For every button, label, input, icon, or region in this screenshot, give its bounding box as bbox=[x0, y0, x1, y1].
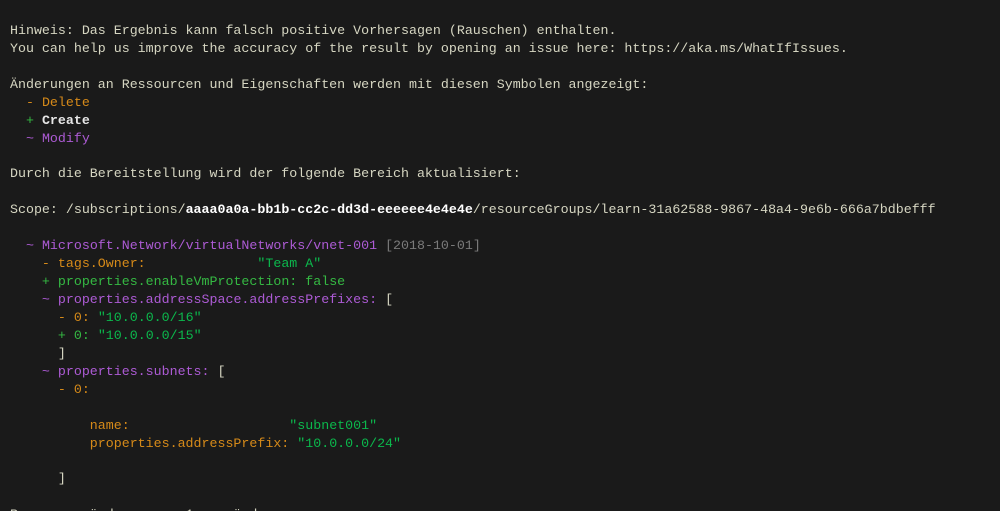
mod-sym-2: ~ bbox=[42, 364, 50, 379]
resource-type: Microsoft.Network/virtualNetworks/vnet-0… bbox=[42, 238, 377, 253]
subnet-prefix-key: properties.addressPrefix: bbox=[90, 436, 290, 451]
enable-vm-val: false bbox=[305, 274, 345, 289]
tags-owner-key: tags.Owner: bbox=[58, 256, 146, 271]
enable-vm-key: properties.enableVmProtection: bbox=[58, 274, 297, 289]
legend-modify-sym: ~ bbox=[26, 131, 34, 146]
legend-create-label: Create bbox=[42, 113, 90, 128]
hint-line-2a: You can help us improve the accuracy of … bbox=[10, 41, 624, 56]
hint-line-2c: . bbox=[840, 41, 848, 56]
addr-close: ] bbox=[58, 346, 66, 361]
scope-prefix: Scope: /subscriptions/ bbox=[10, 202, 186, 217]
addr-del-sym: - bbox=[58, 310, 66, 325]
subnet-prefix-val: "10.0.0.0/24" bbox=[297, 436, 401, 451]
addr-del-idx: 0: bbox=[74, 310, 90, 325]
mod-sym: ~ bbox=[42, 292, 50, 307]
add-sym: + bbox=[42, 274, 50, 289]
addr-add-idx: 0: bbox=[74, 328, 90, 343]
legend-delete-sym: - bbox=[26, 95, 34, 110]
legend-delete-label: Delete bbox=[42, 95, 90, 110]
terminal-output: Hinweis: Das Ergebnis kann falsch positi… bbox=[0, 0, 1000, 511]
resource-api-date: [2018-10-01] bbox=[385, 238, 481, 253]
addr-add-val: "10.0.0.0/15" bbox=[98, 328, 202, 343]
legend-create-sym: + bbox=[26, 113, 34, 128]
addr-open: [ bbox=[385, 292, 393, 307]
subnet-del-idx: 0: bbox=[74, 382, 90, 397]
hint-line-1: Hinweis: Das Ergebnis kann falsch positi… bbox=[10, 23, 616, 38]
subnets-open: [ bbox=[217, 364, 225, 379]
legend-intro: Änderungen an Ressourcen und Eigenschaft… bbox=[10, 77, 648, 92]
subnet-del-sym: - bbox=[58, 382, 66, 397]
scope-guid: aaaa0a0a-bb1b-cc2c-dd3d-eeeeee4e4e4e bbox=[186, 202, 473, 217]
subnets-key: properties.subnets: bbox=[58, 364, 210, 379]
subnet-name-val: "subnet001" bbox=[289, 418, 377, 433]
addr-add-sym: + bbox=[58, 328, 66, 343]
legend-modify-label: Modify bbox=[42, 131, 90, 146]
del-sym: - bbox=[42, 256, 50, 271]
addr-prefixes-key: properties.addressSpace.addressPrefixes: bbox=[58, 292, 377, 307]
subnets-close: ] bbox=[58, 471, 66, 486]
scope-suffix: /resourceGroups/learn-31a62588-9867-48a4… bbox=[473, 202, 936, 217]
summary-line: Ressourcenänderungen: 1 zum ändern. bbox=[10, 507, 289, 511]
hint-link[interactable]: https://aka.ms/WhatIfIssues bbox=[624, 41, 839, 56]
addr-del-val: "10.0.0.0/16" bbox=[98, 310, 202, 325]
resource-modify-sym: ~ bbox=[26, 238, 34, 253]
deploy-intro: Durch die Bereitstellung wird der folgen… bbox=[10, 166, 521, 181]
subnet-name-key: name: bbox=[90, 418, 130, 433]
tags-owner-val: "Team A" bbox=[257, 256, 321, 271]
